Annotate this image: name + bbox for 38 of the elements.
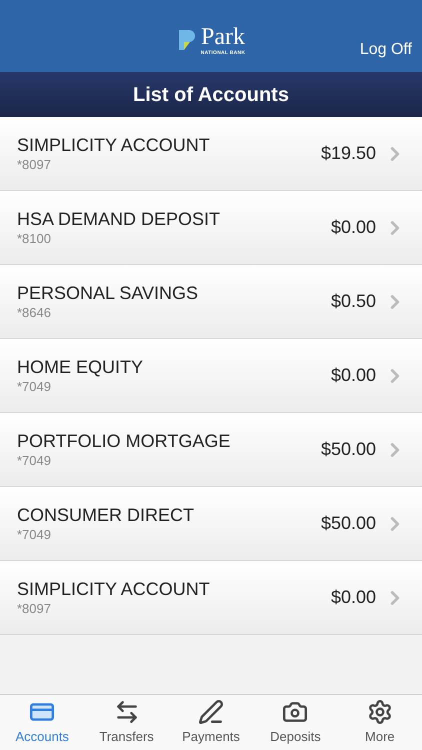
tab[interactable]: More	[338, 695, 422, 750]
account-number: *8097	[17, 600, 52, 617]
account-name: HOME EQUITY	[17, 356, 144, 379]
account-row[interactable]: PORTFOLIO MORTGAGE *7049 $50.00	[0, 413, 422, 487]
account-balance: $50.00	[320, 512, 376, 535]
account-row[interactable]: SIMPLICITY ACCOUNT *8097 $19.50	[0, 117, 422, 191]
account-row[interactable]: HSA DEMAND DEPOSIT *8100 $0.00	[0, 191, 422, 265]
account-name: SIMPLICITY ACCOUNT	[17, 134, 211, 157]
account-row[interactable]: HOME EQUITY *7049 $0.00	[0, 339, 422, 413]
account-number: *8097	[17, 156, 52, 173]
account-number: *7049	[17, 526, 52, 543]
account-name: HSA DEMAND DEPOSIT	[17, 208, 222, 231]
account-row[interactable]: PERSONAL SAVINGS *8646 $0.50	[0, 265, 422, 339]
account-row[interactable]: SIMPLICITY ACCOUNT *8097 $0.00	[0, 561, 422, 635]
tab[interactable]: Transfers	[84, 695, 169, 750]
account-name: CONSUMER DIRECT	[17, 504, 196, 527]
page-title: List of Accounts	[133, 82, 289, 108]
settings-icon	[366, 698, 393, 725]
account-balance: $0.00	[330, 586, 376, 609]
tab[interactable]: Accounts	[0, 695, 84, 750]
account-balance: $50.00	[320, 438, 376, 461]
tab[interactable]: Deposits	[253, 695, 338, 750]
account-balance: $0.00	[330, 216, 376, 239]
account-number: *7049	[17, 378, 52, 395]
account-balance: $0.00	[330, 364, 376, 387]
tab[interactable]: Payments	[168, 695, 254, 750]
account-number: *8100	[17, 230, 52, 247]
account-balance: $19.50	[320, 142, 376, 165]
log-off-button[interactable]: Log Off	[360, 38, 412, 62]
account-number: *7049	[17, 452, 52, 469]
logo-icon	[176, 28, 197, 52]
account-number: *8646	[17, 304, 52, 321]
account-balance: $0.50	[330, 290, 376, 313]
account-row[interactable]: CONSUMER DIRECT *7049 $50.00	[0, 487, 422, 561]
account-name: PORTFOLIO MORTGAGE	[17, 430, 232, 453]
account-name: SIMPLICITY ACCOUNT	[17, 578, 211, 601]
account-name: PERSONAL SAVINGS	[17, 282, 200, 305]
logo-text: Park	[200, 24, 245, 48]
